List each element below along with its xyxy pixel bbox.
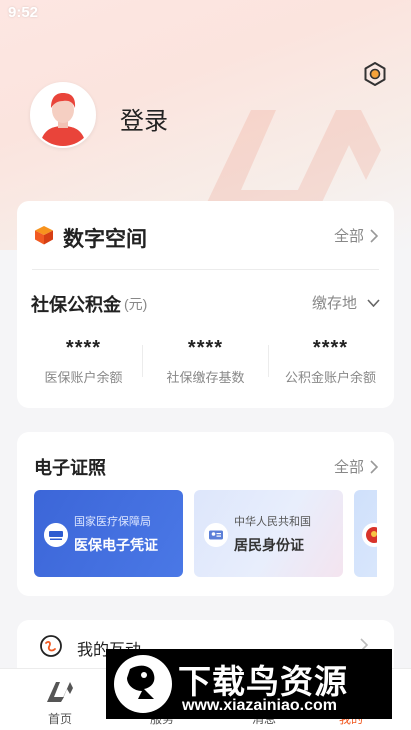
chat-icon — [40, 635, 62, 657]
tab-home[interactable]: 首页 — [9, 669, 111, 730]
certificates-title: 电子证照 — [34, 458, 106, 478]
avatar-person-icon — [32, 84, 94, 146]
login-link[interactable]: 登录 — [120, 101, 168, 136]
settings-icon[interactable] — [362, 61, 388, 87]
stat-label: 公积金账户余额 — [284, 370, 376, 385]
deposit-place-select[interactable]: 缴存地 — [312, 292, 380, 313]
medical-insurance-certificate[interactable]: 国家医疗保障局 医保电子凭证 — [34, 490, 183, 577]
chevron-right-icon — [370, 228, 378, 243]
status-time: 9:52 — [8, 4, 39, 21]
id-card-certificate[interactable]: 中华人民共和国 居民身份证 — [194, 490, 343, 577]
digital-space-title: 数字空间 — [63, 228, 147, 251]
certificate-name: 医保电子凭证 — [74, 537, 158, 553]
digital-space-more-button[interactable]: 全部 — [334, 225, 378, 246]
stat-value: **** — [187, 337, 224, 359]
stat-value: **** — [312, 337, 349, 359]
stat-fund-balance[interactable]: **** 公积金账户余额 — [268, 337, 393, 386]
stat-label: 医保账户余额 — [44, 370, 123, 385]
fund-unit: (元) — [124, 296, 148, 312]
bird-icon — [127, 665, 155, 699]
stat-medical-balance[interactable]: **** 医保账户余额 — [21, 337, 146, 386]
certificates-more-button[interactable]: 全部 — [334, 456, 378, 477]
deposit-place-label: 缴存地 — [311, 295, 357, 312]
medical-logo-icon — [44, 523, 68, 547]
id-card-icon — [204, 523, 228, 547]
digital-space-header: 数字空间 全部 — [17, 201, 394, 269]
chevron-right-icon — [370, 459, 378, 474]
more-label: 全部 — [333, 228, 364, 245]
cube-icon — [35, 226, 53, 245]
tab-label: 首页 — [47, 712, 72, 726]
site-watermark-banner: 下载鸟资源 www.xiazainiao.com — [106, 649, 392, 719]
home-icon — [47, 682, 73, 702]
more-label: 全部 — [333, 459, 364, 476]
bird-logo-icon — [114, 655, 172, 713]
stat-label: 社保缴存基数 — [166, 370, 245, 385]
digital-space-card: 数字空间 全部 社保公积金 (元) 缴存地 **** 医保账户余额 **** 社… — [17, 201, 394, 408]
watermark-title: 下载鸟资源 — [178, 663, 348, 700]
certificate-org: 中华人民共和国 — [234, 516, 311, 528]
certificate-org: 国家医疗保障局 — [74, 516, 151, 528]
divider — [32, 269, 379, 270]
avatar[interactable] — [30, 82, 96, 148]
watermark-url: www.xiazainiao.com — [182, 697, 338, 714]
stat-value: **** — [65, 337, 102, 359]
certificate-peek[interactable] — [354, 490, 377, 577]
certificates-carousel[interactable]: 国家医疗保障局 医保电子凭证 中华人民共和国 居民身份证 — [34, 490, 377, 577]
emblem-icon — [362, 523, 377, 547]
certificate-name: 居民身份证 — [234, 537, 304, 553]
certificates-card: 电子证照 全部 国家医疗保障局 医保电子凭证 中华人民共和国 居民身份证 — [17, 432, 394, 596]
chevron-down-icon — [367, 298, 380, 307]
fund-title: 社保公积金 — [31, 295, 121, 315]
stat-social-base[interactable]: **** 社保缴存基数 — [143, 337, 268, 386]
